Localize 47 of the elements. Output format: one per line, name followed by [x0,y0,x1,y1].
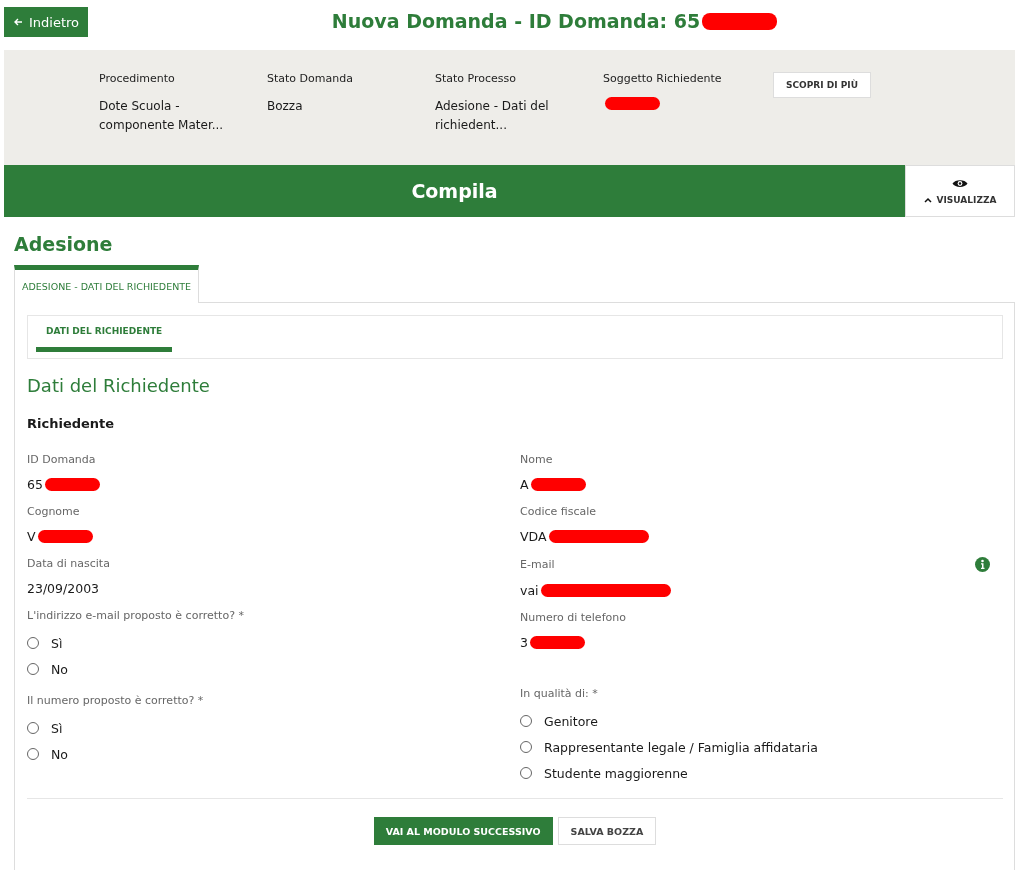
summary-value: Bozza [267,98,304,115]
learn-more-button[interactable]: SCOPRI DI PIÙ [773,72,871,98]
radio-option[interactable]: No [27,656,520,682]
question-label: In qualità di: * [520,687,599,700]
field-value: 65 [27,476,43,492]
radio-option[interactable]: Sì [27,630,520,656]
field-label: Nome [520,453,553,466]
field-label: Data di nascita [27,557,111,570]
field-value: A [520,476,529,492]
subtab[interactable]: DATI DEL RICHIEDENTE [36,316,173,352]
field-label: E-mail [520,558,555,571]
radio-option[interactable]: No [27,741,520,767]
section-title: Adesione [14,233,114,255]
tab[interactable]: ADESIONE - DATI DEL RICHIEDENTE [14,265,200,303]
save-draft-button[interactable]: SALVA BOZZA [557,817,657,845]
arrow-left-icon [13,17,23,27]
group-title: Richiedente [27,416,116,431]
field-value: V [27,528,36,544]
field-label: Cognome [27,505,81,518]
field-label: Numero di telefono [520,611,626,624]
radio-option[interactable]: Genitore [520,708,990,734]
field-label: ID Domanda [27,453,97,466]
summary-label: Stato Domanda [267,72,354,85]
radio-option[interactable]: Rappresentante legale / Famiglia affidataria [520,734,990,760]
next-button[interactable]: VAI AL MODULO SUCCESSIVO [373,817,553,845]
page-title: Nuova Domanda - ID Domanda: 65 [331,10,701,32]
field-label: Codice fiscale [520,505,597,518]
field-value: vai [520,582,539,598]
field-value: VDA [520,528,547,544]
form-title: Dati del Richiedente [27,375,211,396]
field-value: 23/09/2003 [27,580,100,596]
radio-option[interactable]: Sì [27,715,520,741]
mode-title: Compila [411,180,498,202]
caret-up-icon [923,196,932,203]
view-toggle-button[interactable]: VISUALIZZA [905,165,1015,217]
summary-value: Dote Scuola - componente Mater... [99,98,225,134]
eye-icon [952,177,968,189]
question-label: L'indirizzo e-mail proposto è corretto? * [27,609,245,622]
summary-value: Adesione - Dati del richiedent... [435,98,550,134]
back-button[interactable]: Indietro [4,7,89,37]
question-label: Il numero proposto è corretto? * [27,694,205,707]
radio-option[interactable]: Studente maggiorenne [520,760,990,786]
field-value: 3 [520,634,528,650]
summary-label: Stato Processo [435,72,518,85]
summary-label: Soggetto Richiedente [603,72,723,85]
info-icon[interactable] [975,557,990,572]
summary-label: Procedimento [99,72,176,85]
